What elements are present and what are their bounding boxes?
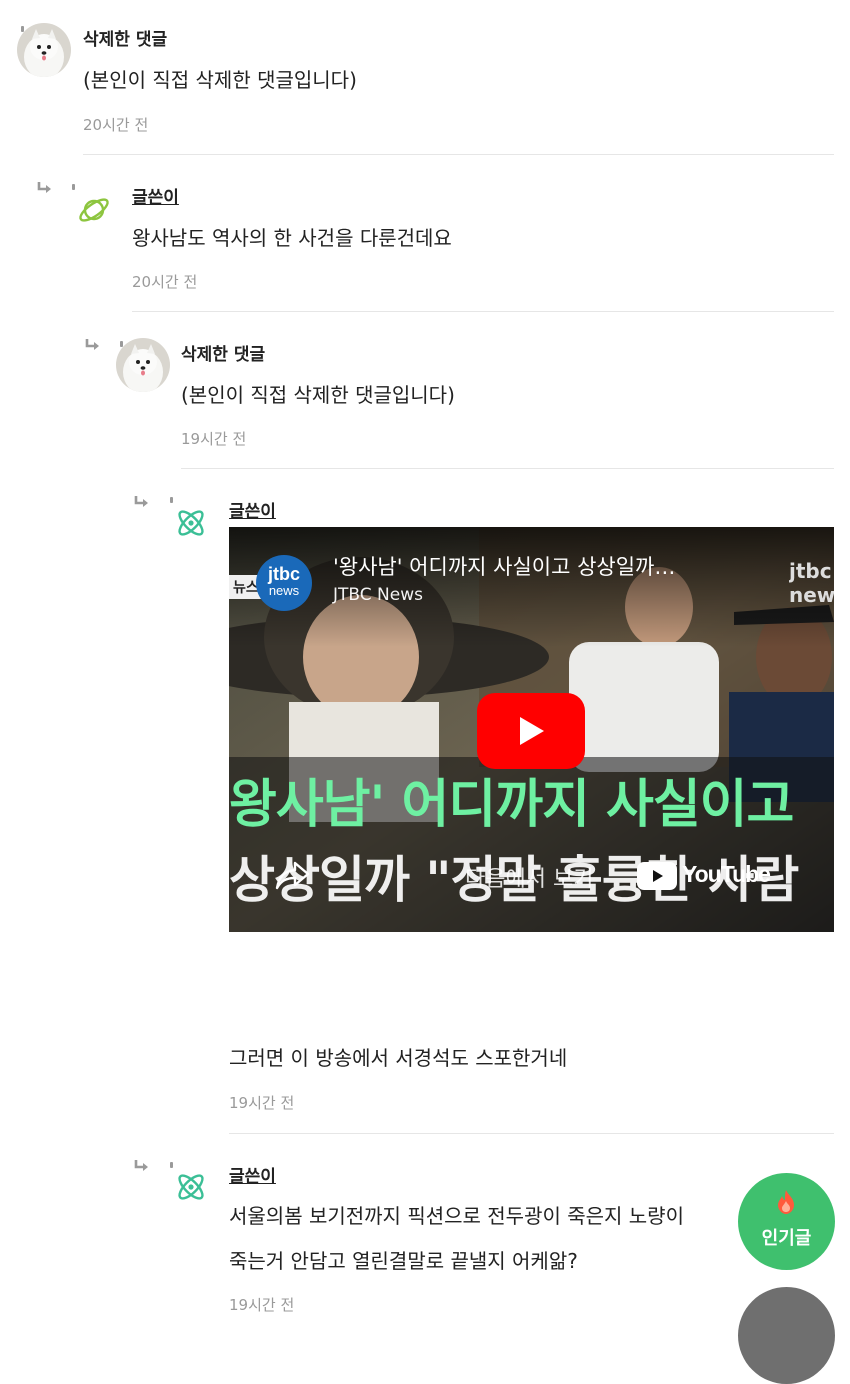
divider — [229, 1133, 834, 1134]
scroll-top-button[interactable] — [738, 1287, 835, 1384]
channel-logo-line2: news — [268, 583, 300, 598]
comment-time: 20시간 전 — [132, 273, 198, 291]
comment-time: 19시간 전 — [229, 1296, 295, 1314]
avatar[interactable] — [116, 338, 170, 392]
share-icon[interactable] — [275, 859, 311, 891]
comment-author[interactable]: 글쓴이 — [132, 183, 179, 208]
comment-author[interactable]: 삭제한 댓글 — [181, 340, 265, 365]
atom-icon[interactable] — [174, 1170, 208, 1204]
youtube-label: YouTube — [682, 861, 771, 887]
comment-time: 19시간 전 — [229, 1094, 295, 1112]
comment-text: (본인이 직접 삭제한 댓글입니다) — [83, 68, 357, 92]
comment-text-line1: 서울의봄 보기전까지 픽션으로 전두광이 죽은지 노량이 — [229, 1204, 684, 1228]
popular-posts-button[interactable]: 인기글 — [738, 1173, 835, 1270]
avatar[interactable] — [17, 23, 71, 77]
comment-text: (본인이 직접 삭제한 댓글입니다) — [181, 383, 455, 407]
reply-arrow-icon — [37, 182, 51, 193]
marker-dot — [170, 497, 173, 503]
corner-label-right: jtbc news — [789, 559, 834, 607]
reply-arrow-icon — [85, 339, 99, 350]
reply-arrow-icon — [134, 496, 148, 507]
divider — [132, 311, 834, 312]
planet-icon[interactable] — [77, 193, 111, 227]
dog-avatar-icon — [17, 23, 71, 77]
dog-avatar-icon — [116, 338, 170, 392]
comment-author[interactable]: 글쓴이 — [229, 497, 276, 522]
comment-author[interactable]: 삭제한 댓글 — [83, 25, 167, 50]
youtube-embed[interactable]: 뉴스 jtbc news '왕사남' 어디까지 사실이고 상상일까… JTBC … — [229, 527, 834, 932]
comment-text: 왕사남도 역사의 한 사건을 다룬건데요 — [132, 226, 452, 250]
caption-line1: 왕사남' 어디까지 사실이고 — [229, 775, 794, 835]
comment-author[interactable]: 글쓴이 — [229, 1162, 276, 1187]
fire-icon — [778, 1190, 794, 1214]
channel-logo[interactable]: jtbc news — [256, 555, 312, 611]
divider — [83, 154, 834, 155]
comment-time: 20시간 전 — [83, 116, 149, 134]
video-title[interactable]: '왕사남' 어디까지 사실이고 상상일까… — [333, 551, 675, 581]
divider — [181, 468, 834, 469]
video-channel[interactable]: JTBC News — [333, 585, 423, 605]
watch-on-label[interactable]: 다음에서 보기 — [465, 861, 593, 893]
popular-posts-label: 인기글 — [761, 1228, 812, 1249]
youtube-icon — [637, 862, 677, 890]
comment-text-line2: 죽는거 안담고 열린결말로 끝낼지 어케앎? — [229, 1249, 578, 1273]
play-button[interactable] — [477, 693, 585, 769]
marker-dot — [72, 184, 75, 190]
comment-text: 그러면 이 방송에서 서경석도 스포한거네 — [229, 1046, 568, 1070]
marker-dot — [170, 1162, 173, 1168]
channel-logo-line1: jtbc — [267, 564, 300, 584]
play-icon — [520, 717, 544, 745]
reply-arrow-icon — [134, 1160, 148, 1171]
comment-time: 19시간 전 — [181, 430, 247, 448]
atom-icon[interactable] — [174, 506, 208, 540]
